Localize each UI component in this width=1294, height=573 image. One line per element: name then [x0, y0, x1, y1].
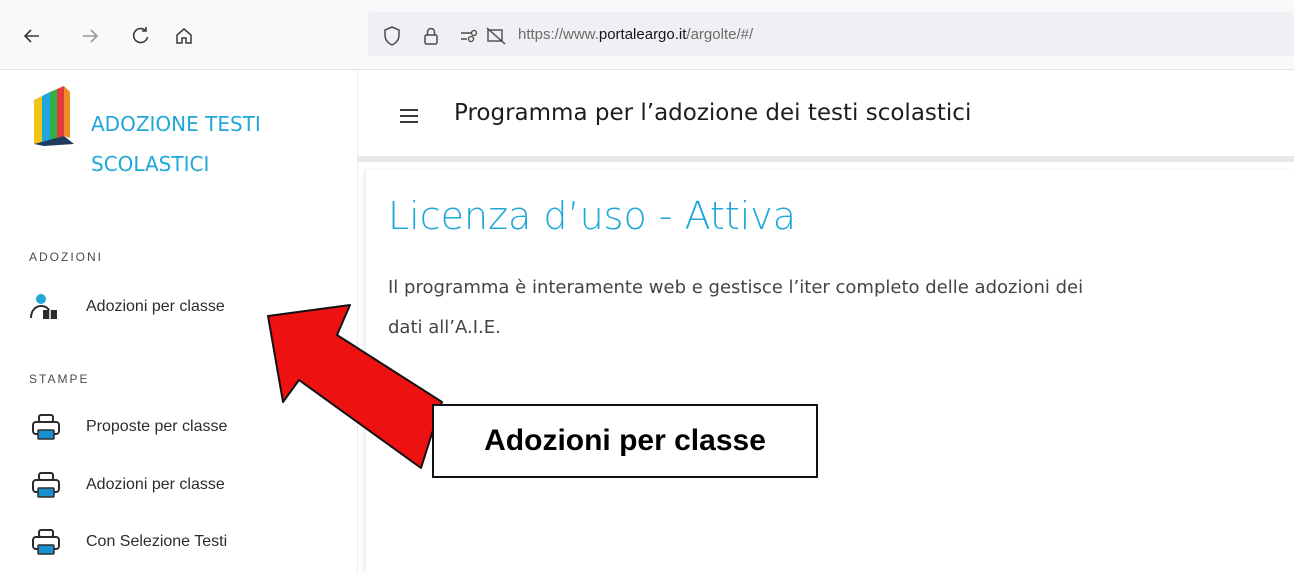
section-label-adozioni: ADOZIONI	[29, 250, 104, 264]
url-domain: portaleargo.it	[598, 26, 687, 43]
url-path: /argolte/#/	[686, 26, 754, 43]
sidebar-item-stampa-adozioni-per-classe[interactable]: Adozioni per classe	[29, 470, 349, 500]
printer-icon	[29, 527, 63, 557]
sidebar-item-adozioni-per-classe[interactable]: Adozioni per classe	[29, 292, 349, 322]
main-content: Licenza d’uso - Attiva Il programma è in…	[366, 170, 1294, 573]
home-icon[interactable]	[172, 24, 196, 48]
shield-icon[interactable]	[380, 24, 404, 48]
camera-blocked-icon[interactable]	[484, 24, 508, 48]
sidebar-item-con-selezione-testi[interactable]: Con Selezione Testi	[29, 527, 349, 557]
reload-icon[interactable]	[128, 24, 152, 48]
intro-line-1: Il programma è interamente web e gestisc…	[388, 277, 1084, 298]
browser-toolbar: https://www.portaleargo.it/argolte/#/	[0, 0, 1294, 70]
url-text[interactable]: https://www.portaleargo.it/argolte/#/	[518, 26, 753, 43]
intro-line-2: dati all’A.I.E.	[388, 317, 501, 338]
menu-icon[interactable]	[400, 106, 422, 126]
forward-icon[interactable]	[78, 24, 102, 48]
app-logo-icon	[30, 86, 76, 146]
license-title: Licenza d’uso - Attiva	[388, 194, 797, 238]
sidebar-item-label: Adozioni per classe	[86, 476, 225, 493]
sidebar-item-label: Adozioni per classe	[86, 298, 225, 315]
permissions-icon[interactable]	[458, 24, 480, 48]
sidebar-item-label: Con Selezione Testi	[86, 533, 228, 550]
page-title: Programma per l’adozione dei testi scola…	[454, 100, 972, 126]
app-title: ADOZIONE TESTI SCOLASTICI	[91, 104, 331, 184]
url-prefix: https://www.	[518, 26, 599, 43]
sidebar-item-proposte-per-classe[interactable]: Proposte per classe	[29, 412, 349, 442]
printer-icon	[29, 470, 63, 500]
annotation-callout: Adozioni per classe	[432, 404, 818, 478]
lock-icon[interactable]	[420, 24, 442, 48]
intro-text: Il programma è interamente web e gestisc…	[388, 268, 1294, 348]
sidebar: ADOZIONE TESTI SCOLASTICI ADOZIONI Adozi…	[0, 70, 358, 573]
section-label-stampe: STAMPE	[29, 372, 90, 386]
sidebar-item-label: Proposte per classe	[86, 418, 228, 435]
teacher-book-icon	[29, 292, 63, 322]
app-title-line1: ADOZIONE TESTI	[91, 112, 261, 136]
app-title-line2: SCOLASTICI	[91, 152, 210, 176]
printer-icon	[29, 412, 63, 442]
back-icon[interactable]	[20, 24, 44, 48]
main-header: Programma per l’adozione dei testi scola…	[358, 70, 1294, 162]
